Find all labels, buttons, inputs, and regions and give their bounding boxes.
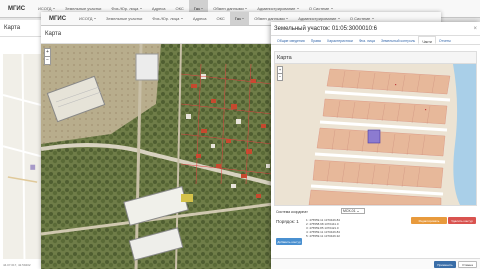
zoom-out-button[interactable]: − [45, 57, 50, 64]
zoom-control: + − [44, 48, 51, 65]
chevron-down-icon [52, 8, 55, 9]
coord-system-label: Система координат [276, 210, 308, 214]
nav-gas[interactable]: Газ [229, 12, 250, 25]
zoom-in-button[interactable]: + [278, 67, 282, 74]
close-icon[interactable]: × [473, 26, 477, 32]
nav-persons[interactable]: Физ./Юр. лица [147, 12, 187, 25]
chevron-down-icon [286, 18, 289, 19]
apply-button[interactable]: Применить [434, 261, 456, 268]
add-contour-button[interactable]: Добавить контур [276, 238, 302, 245]
chevron-down-icon [357, 211, 360, 212]
nav-land-plots[interactable]: Земельные участки [101, 12, 147, 25]
zoom-in-button[interactable]: + [45, 49, 50, 57]
dialog-header: Земельный участок: 01:05:3000010:6 × [271, 22, 480, 36]
land-plot-dialog: Земельный участок: 01:05:3000010:6 × Общ… [271, 22, 480, 269]
coordinate-list: 1: 475559.11 1370426.84 2: 475558.98 137… [306, 218, 340, 238]
tab-rights[interactable]: Права [308, 36, 324, 44]
chevron-down-icon [201, 8, 204, 9]
chevron-down-icon [180, 18, 183, 19]
zoom-out-button[interactable]: − [278, 74, 282, 80]
parcel-map-title: Карта [275, 52, 476, 64]
brand[interactable]: МГИС [41, 16, 74, 22]
coord-system-select[interactable]: МСК-01 [341, 208, 365, 214]
brand[interactable]: МГИС [0, 6, 33, 12]
tab-general[interactable]: Общие сведения [274, 36, 308, 44]
satellite-map[interactable]: + − [41, 44, 273, 269]
dialog-tabs: Общие сведения Права Характеристики Физ.… [271, 36, 480, 45]
chevron-down-icon [296, 8, 299, 9]
chevron-down-icon [245, 8, 248, 9]
contour-label: Порядок: 1 [276, 219, 299, 224]
tab-characteristics[interactable]: Характеристики [324, 36, 356, 44]
nav-addresses[interactable]: Адреса [188, 12, 212, 25]
chevron-down-icon [330, 8, 333, 9]
chevron-down-icon [139, 8, 142, 9]
coordinate-readout: 44.07.017, 42.59402 [3, 263, 31, 267]
chevron-down-icon [371, 18, 374, 19]
nav-isogd[interactable]: ИСОГД [74, 12, 101, 25]
delete-contour-button[interactable]: Удалить контур [448, 217, 476, 224]
tab-reports[interactable]: Отчеты [436, 36, 454, 44]
cadastral-map[interactable]: + − [275, 64, 476, 205]
tab-land-control[interactable]: Земельный контроль [378, 36, 418, 44]
chevron-down-icon [337, 18, 340, 19]
cancel-button[interactable]: Отмена [458, 261, 477, 268]
tab-persons[interactable]: Физ. лица [356, 36, 378, 44]
coordinate-row[interactable]: 5: 475559.11 1370426.32 [306, 234, 340, 238]
map-panel: Карта 44.07.017, 42.59402 [0, 20, 46, 269]
mini-map[interactable] [2, 53, 43, 260]
chevron-down-icon [93, 18, 96, 19]
nav-oks[interactable]: ОКС [212, 12, 230, 25]
edit-contour-button[interactable]: Редактировать [411, 217, 447, 224]
parcel-zoom-control: + − [277, 66, 283, 81]
dialog-footer: Применить Отмена [271, 258, 480, 269]
dialog-title: Земельный участок: 01:05:3000010:6 [274, 26, 377, 32]
parcel-map-box: Карта + − [274, 51, 477, 206]
tab-parts[interactable]: Части [418, 36, 436, 44]
panel-title: Карта [0, 20, 45, 37]
chevron-down-icon [242, 18, 245, 19]
